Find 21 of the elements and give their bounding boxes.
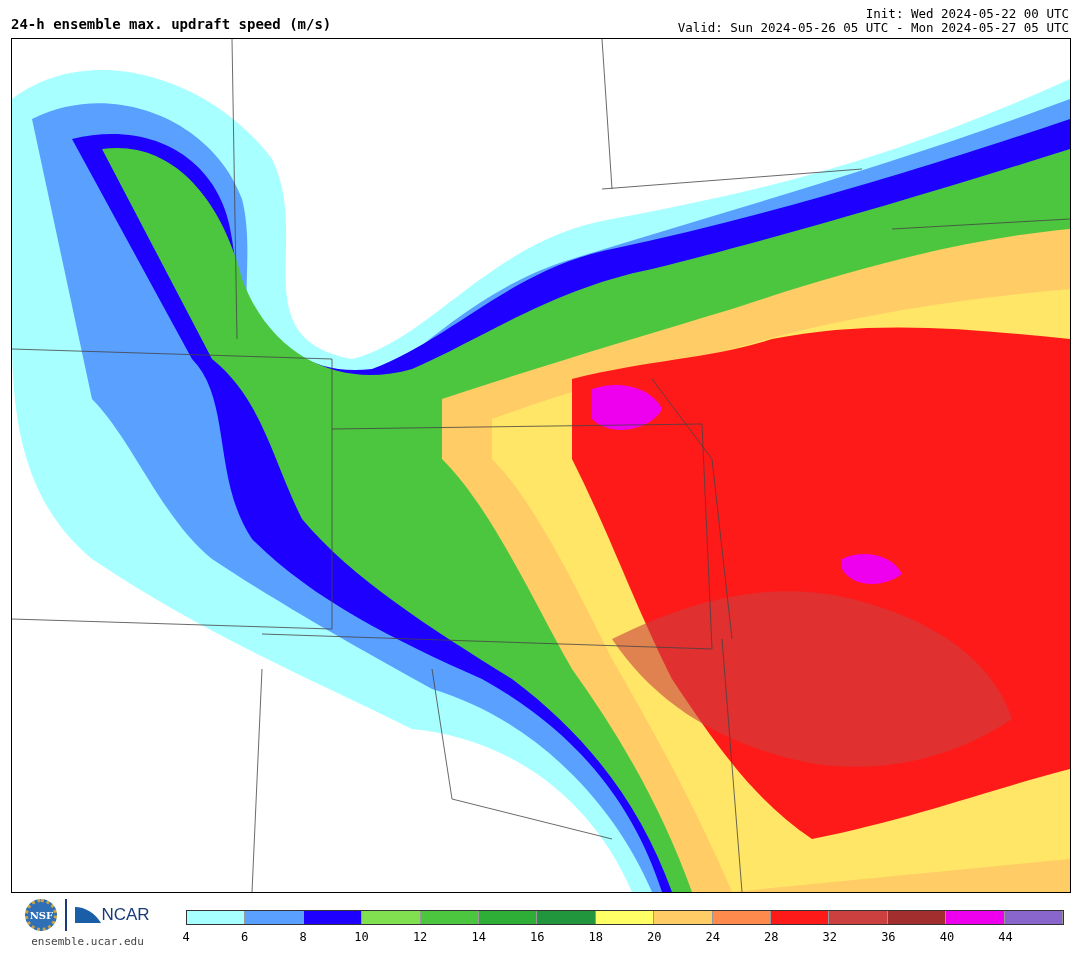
legend-tick-label: 10	[354, 930, 369, 944]
legend-tick-label: 12	[412, 930, 428, 944]
chart-title: 24-h ensemble max. updraft speed (m/s)	[11, 16, 332, 34]
valid-time: Valid: Sun 2024-05-26 05 UTC - Mon 2024-05-27 05 UTC	[677, 21, 1069, 35]
legend-tick-label: 28	[764, 930, 779, 944]
init-time: Init: Wed 2024-05-22 00 UTC	[864, 7, 1069, 21]
ncar-logo: NCAR	[75, 905, 150, 925]
nsf-logo: NSF	[25, 899, 58, 931]
site-url: ensemble.ucar.edu	[31, 935, 144, 948]
legend-tick-label: 20	[647, 930, 662, 944]
legend-tick-label: 14	[471, 930, 486, 944]
legend-tick-label: 4	[182, 930, 190, 944]
legend-tick-label: 8	[299, 930, 307, 944]
legend-tick-label: 36	[881, 930, 896, 944]
legend-tick-label: 18	[588, 930, 603, 944]
legend-tick-label: 24	[705, 930, 720, 944]
legend-tick-label: 6	[240, 930, 249, 944]
legend-tick-label: 44	[998, 930, 1013, 944]
legend-tick-label: 32	[822, 930, 838, 944]
legend-tick-label: 16	[529, 930, 545, 944]
legend-tick-label: 40	[939, 930, 955, 944]
